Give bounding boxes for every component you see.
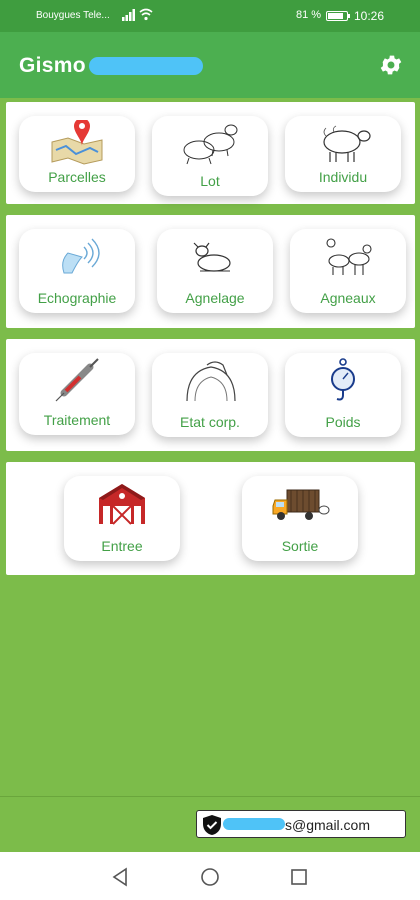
app-title: Gismo	[19, 54, 86, 77]
menu-panel-animals: Parcelles Lot Individu	[6, 102, 415, 204]
lot-button[interactable]: Lot	[152, 116, 268, 196]
echographie-button[interactable]: Echographie	[19, 229, 135, 313]
menu-panel-reproduction: Echographie Agnelage Agneaux	[6, 215, 415, 328]
etat-corp-button[interactable]: Etat corp.	[152, 353, 268, 437]
carrier-name: Bouygues Tele...	[36, 10, 110, 21]
individu-label: Individu	[318, 169, 368, 185]
poids-button[interactable]: Poids	[285, 353, 401, 437]
lot-label: Lot	[200, 173, 220, 189]
agnelage-label: Agnelage	[185, 290, 245, 306]
battery-icon	[326, 11, 350, 21]
recents-icon[interactable]	[288, 866, 310, 888]
account-email: s@gmail.com	[285, 817, 371, 833]
redacted-username	[89, 57, 203, 75]
body-condition-icon	[186, 361, 236, 402]
sheep-icon	[323, 125, 371, 162]
system-nav-bar	[0, 852, 420, 900]
sortie-label: Sortie	[281, 538, 319, 554]
wifi-icon	[139, 8, 153, 21]
agneaux-label: Agneaux	[320, 290, 376, 306]
signal-icon	[122, 9, 135, 21]
parcelles-label: Parcelles	[48, 169, 106, 185]
agnelage-button[interactable]: Agnelage	[157, 229, 273, 313]
home-icon[interactable]	[199, 866, 221, 888]
barn-icon	[99, 484, 145, 525]
traitement-button[interactable]: Traitement	[19, 353, 135, 435]
menu-panel-health: Traitement Etat corp. Poids	[6, 339, 415, 451]
truck-icon	[272, 489, 330, 520]
scale-icon	[331, 358, 355, 401]
status-bar: Bouygues Tele... 81 % 10:26	[0, 0, 420, 32]
syringe-icon	[55, 358, 99, 402]
poids-label: Poids	[325, 414, 361, 430]
redacted-email-user	[223, 818, 285, 830]
lambing-icon	[193, 242, 231, 272]
individu-button[interactable]: Individu	[285, 116, 401, 192]
echographie-label: Echographie	[37, 290, 117, 306]
clock: 10:26	[354, 9, 385, 23]
agneaux-button[interactable]: Agneaux	[290, 229, 406, 313]
sortie-button[interactable]: Sortie	[242, 476, 358, 561]
shield-check-icon	[203, 815, 221, 835]
parcelles-button[interactable]: Parcelles	[19, 116, 135, 192]
etat-corp-label: Etat corp.	[180, 414, 240, 430]
app-bar: Gismo	[0, 32, 420, 98]
map-pin-icon	[51, 120, 103, 165]
back-icon[interactable]	[110, 866, 132, 888]
ultrasound-probe-icon	[62, 238, 100, 274]
menu-panel-movements: Entree Sortie	[6, 462, 415, 575]
account-chip[interactable]: s@gmail.com	[196, 810, 406, 838]
entree-button[interactable]: Entree	[64, 476, 180, 561]
footer: s@gmail.com	[0, 796, 420, 852]
traitement-label: Traitement	[43, 412, 111, 428]
battery-percentage: 81 %	[296, 9, 322, 21]
gear-icon[interactable]	[378, 52, 404, 78]
lambs-icon	[326, 238, 372, 275]
sheep-group-icon	[183, 124, 238, 165]
entree-label: Entree	[101, 538, 143, 554]
